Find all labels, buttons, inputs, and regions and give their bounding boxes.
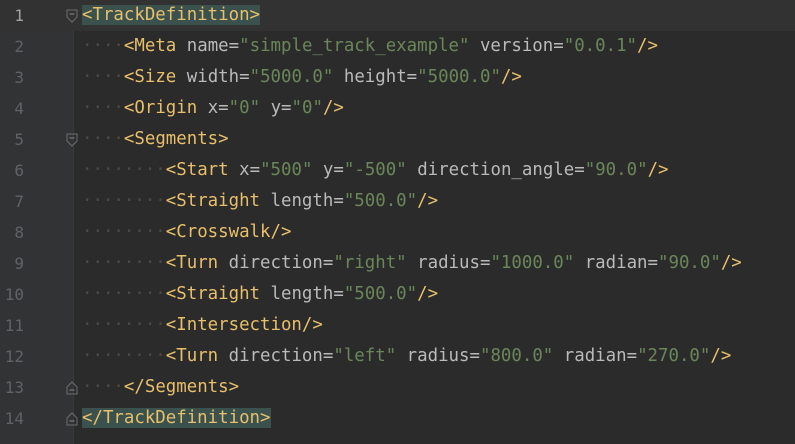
code-line-6[interactable]: 6 ········<Start x="500" y="-500" direct…: [0, 155, 795, 186]
code-text: ········<Straight length="500.0"/>: [82, 191, 439, 211]
code-text: ········<Turn direction="left" radius="8…: [82, 346, 732, 366]
code-text: </TrackDefinition>: [82, 403, 271, 434]
matched-tag-highlight: <TrackDefinition>: [82, 5, 261, 25]
code-editor[interactable]: 1 <TrackDefinition> 2 ····<Meta name="si…: [0, 0, 795, 444]
fold-close-icon[interactable]: [66, 381, 78, 395]
line-number: 14: [4, 409, 24, 428]
code-line-5[interactable]: 5 ····<Segments>: [0, 124, 795, 155]
code-text: ····</Segments>: [82, 377, 240, 397]
fold-open-icon[interactable]: [66, 9, 78, 23]
matched-tag-highlight: </TrackDefinition>: [82, 408, 271, 428]
code-line-1[interactable]: 1 <TrackDefinition>: [0, 0, 795, 31]
line-number: 8: [14, 223, 24, 242]
code-line-11[interactable]: 11 ········<Intersection/>: [0, 310, 795, 341]
line-number: 7: [14, 192, 24, 211]
line-number: 4: [14, 99, 24, 118]
code-line-2[interactable]: 2 ····<Meta name="simple_track_example" …: [0, 31, 795, 62]
code-text: ····<Size width="5000.0" height="5000.0"…: [82, 67, 522, 87]
line-number: 9: [14, 254, 24, 273]
code-line-3[interactable]: 3 ····<Size width="5000.0" height="5000.…: [0, 62, 795, 93]
line-number: 10: [4, 285, 24, 304]
code-text: ········<Start x="500" y="-500" directio…: [82, 160, 669, 180]
code-line-10[interactable]: 10 ········<Straight length="500.0"/>: [0, 279, 795, 310]
code-text: ········<Turn direction="right" radius="…: [82, 253, 742, 273]
line-number: 3: [14, 68, 24, 87]
line-number: 11: [4, 316, 24, 335]
code-text: ········<Crosswalk/>: [82, 222, 292, 242]
line-number: 5: [14, 130, 24, 149]
code-line-7[interactable]: 7 ········<Straight length="500.0"/>: [0, 186, 795, 217]
line-number: 2: [14, 37, 24, 56]
line-number: 1: [14, 6, 24, 25]
code-text: ········<Intersection/>: [82, 315, 323, 335]
line-number: 6: [14, 161, 24, 180]
fold-close-icon[interactable]: [66, 412, 78, 426]
code-text: ····<Meta name="simple_track_example" ve…: [82, 36, 658, 56]
code-text: ········<Straight length="500.0"/>: [82, 284, 439, 304]
line-number: 12: [4, 347, 24, 366]
code-line-13[interactable]: 13 ····</Segments>: [0, 372, 795, 403]
code-line-4[interactable]: 4 ····<Origin x="0" y="0"/>: [0, 93, 795, 124]
code-line-12[interactable]: 12 ········<Turn direction="left" radius…: [0, 341, 795, 372]
fold-open-icon[interactable]: [66, 133, 78, 147]
line-number: 13: [4, 378, 24, 397]
code-text: <TrackDefinition>: [82, 0, 261, 31]
code-line-8[interactable]: 8 ········<Crosswalk/>: [0, 217, 795, 248]
code-text: ····<Segments>: [82, 129, 229, 149]
code-text: ····<Origin x="0" y="0"/>: [82, 98, 344, 118]
code-line-14[interactable]: 14 </TrackDefinition>: [0, 403, 795, 434]
code-line-9[interactable]: 9 ········<Turn direction="right" radius…: [0, 248, 795, 279]
